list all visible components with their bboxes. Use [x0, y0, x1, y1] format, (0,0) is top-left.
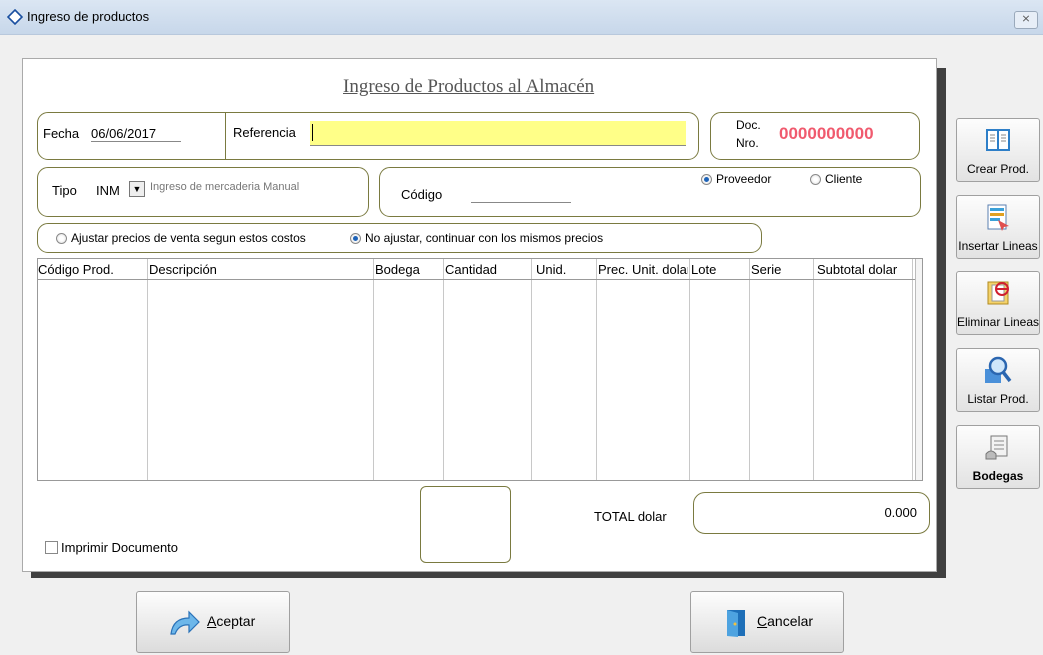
text-caret — [312, 124, 313, 141]
book-icon — [986, 129, 1010, 151]
radio-proveedor-label: Proveedor — [716, 172, 772, 186]
close-button[interactable]: ⨯ — [1014, 11, 1038, 29]
referencia-input[interactable] — [310, 121, 686, 146]
window-title: Ingreso de productos — [27, 9, 150, 24]
codigo-input[interactable] — [471, 186, 571, 203]
form-heading: Ingreso de Productos al Almacén — [343, 76, 595, 97]
referencia-label: Referencia — [233, 125, 296, 140]
print-document-checkbox[interactable]: Imprimir Documento — [45, 540, 178, 555]
undo-arrow-icon — [170, 610, 200, 635]
exit-door-icon — [727, 610, 745, 637]
cancelar-button[interactable]: Cancelar — [690, 591, 844, 653]
column-header-lote[interactable]: Lote — [691, 262, 716, 277]
aceptar-label: Aceptar — [207, 613, 256, 629]
column-header-unid[interactable]: Unid. — [536, 262, 566, 277]
grid-col-divider — [596, 259, 597, 480]
radio-cliente-dot — [810, 174, 821, 185]
radio-ajustar-precios[interactable]: Ajustar precios de venta segun estos cos… — [56, 231, 306, 245]
delete-lines-icon — [987, 281, 1009, 305]
fecha-referencia-group: Fecha 06/06/2017 Referencia — [37, 112, 699, 160]
fecha-label: Fecha — [43, 126, 80, 141]
tipo-description: Ingreso de mercaderia Manual — [150, 181, 300, 193]
app-icon — [7, 9, 23, 25]
grid-col-divider — [443, 259, 444, 480]
print-document-label: Imprimir Documento — [61, 540, 179, 555]
column-header-cantidad[interactable]: Cantidad — [445, 262, 497, 277]
image-box — [420, 486, 511, 563]
radio-proveedor-dot — [701, 174, 712, 185]
products-grid[interactable]: Código Prod. Descripción Bodega Cantidad… — [37, 258, 923, 481]
total-value: 0.000 — [884, 505, 917, 520]
aceptar-button[interactable]: Aceptar — [136, 591, 290, 653]
radio-ajustar-label: Ajustar precios de venta segun estos cos… — [71, 231, 306, 245]
form-panel: Ingreso de Productos al Almacén Fecha 06… — [22, 58, 937, 572]
nro-label: Nro. — [736, 136, 759, 150]
listar-prod-button[interactable]: Listar Prod. — [956, 348, 1040, 412]
warehouse-icon — [985, 435, 1008, 460]
column-header-subtotal[interactable]: Subtotal dolar — [817, 262, 897, 277]
insertar-lineas-button[interactable]: Insertar Lineas — [956, 195, 1040, 259]
crear-prod-button[interactable]: Crear Prod. — [956, 118, 1040, 182]
grid-col-divider — [147, 259, 148, 480]
column-header-serie[interactable]: Serie — [751, 262, 781, 277]
radio-no-ajustar[interactable]: No ajustar, continuar con los mismos pre… — [350, 231, 603, 245]
document-number: 0000000000 — [779, 124, 874, 143]
document-number-group: Doc. Nro. 0000000000 — [710, 112, 920, 160]
grid-col-divider — [531, 259, 532, 480]
grid-col-divider — [813, 259, 814, 480]
total-box: 0.000 — [693, 492, 930, 534]
tipo-value: INM — [96, 183, 120, 198]
insert-lines-icon — [987, 204, 1009, 231]
print-document-box — [45, 541, 58, 554]
doc-label: Doc. — [736, 118, 761, 132]
title-bar: Ingreso de productos ⨯ — [0, 0, 1043, 35]
eliminar-lineas-button[interactable]: Eliminar Lineas — [956, 271, 1040, 335]
price-adjust-group: Ajustar precios de venta segun estos cos… — [37, 223, 762, 253]
bodegas-label: Bodegas — [972, 469, 1024, 483]
column-header-prec-unit[interactable]: Prec. Unit. dolar — [598, 262, 688, 277]
radio-cliente-label: Cliente — [825, 172, 863, 186]
search-icon — [985, 356, 1012, 383]
cancelar-label: Cancelar — [757, 613, 814, 629]
crear-prod-label: Crear Prod. — [966, 162, 1030, 176]
tipo-label: Tipo — [52, 183, 77, 198]
total-label: TOTAL dolar — [594, 509, 667, 524]
tipo-group: Tipo INM ▼ Ingreso de mercaderia Manual — [37, 167, 369, 217]
grid-header-line — [38, 279, 922, 280]
radio-no-ajustar-dot — [350, 233, 361, 244]
tipo-dropdown-button[interactable]: ▼ — [129, 181, 145, 197]
column-header-descripcion[interactable]: Descripción — [149, 262, 217, 277]
codigo-group: Código Proveedor Cliente — [379, 167, 921, 217]
bodegas-button[interactable]: Bodegas — [956, 425, 1040, 489]
grid-col-divider — [912, 259, 913, 480]
column-header-codigo[interactable]: Código Prod. — [38, 262, 146, 277]
fecha-divider — [225, 113, 226, 159]
grid-vertical-scrollbar[interactable] — [915, 259, 922, 480]
radio-no-ajustar-label: No ajustar, continuar con los mismos pre… — [365, 231, 604, 245]
eliminar-lineas-label: Eliminar Lineas — [956, 315, 1040, 329]
grid-col-divider — [689, 259, 690, 480]
radio-cliente[interactable]: Cliente — [810, 172, 862, 186]
radio-ajustar-dot — [56, 233, 67, 244]
insertar-lineas-label: Insertar Lineas — [958, 239, 1038, 253]
radio-proveedor[interactable]: Proveedor — [701, 172, 771, 186]
column-header-bodega[interactable]: Bodega — [375, 262, 420, 277]
fecha-field[interactable]: 06/06/2017 — [91, 126, 181, 142]
grid-col-divider — [373, 259, 374, 480]
codigo-label: Código — [401, 187, 443, 202]
listar-prod-label: Listar Prod. — [967, 392, 1029, 406]
grid-col-divider — [749, 259, 750, 480]
